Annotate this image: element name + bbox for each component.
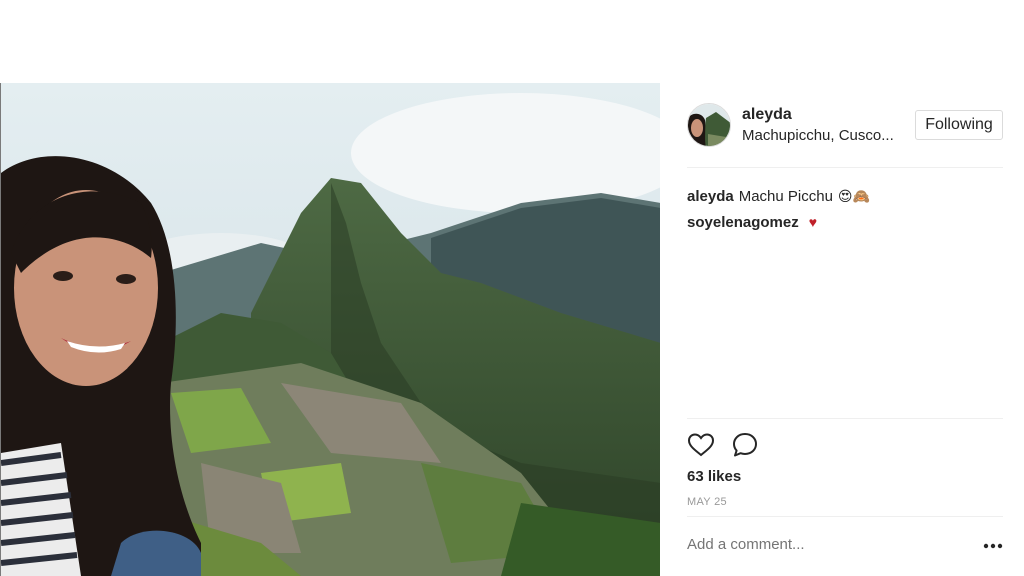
header-divider bbox=[687, 167, 1003, 168]
avatar[interactable] bbox=[687, 103, 731, 147]
following-button[interactable]: Following bbox=[915, 110, 1003, 140]
caption-row: aleyda Machu Picchu 😍🙈 bbox=[687, 183, 1003, 209]
post-photo[interactable] bbox=[0, 83, 660, 576]
post-actions bbox=[687, 431, 767, 459]
comment-username[interactable]: soyelenagomez bbox=[687, 214, 799, 231]
caption-text: Machu Picchu bbox=[738, 187, 833, 205]
ellipsis-icon[interactable] bbox=[982, 539, 1004, 553]
post-location[interactable]: Machupicchu, Cusco... bbox=[742, 127, 902, 144]
red-heart-icon: ♥ bbox=[808, 214, 818, 230]
comments-section: aleyda Machu Picchu 😍🙈 soyelenagomez ♥ bbox=[687, 183, 1003, 235]
caption-emojis: 😍🙈 bbox=[837, 187, 870, 204]
post-side-panel: aleyda Machupicchu, Cusco... Following a… bbox=[660, 83, 1024, 576]
comment-row: soyelenagomez ♥ bbox=[687, 209, 1003, 235]
post-date[interactable]: MAY 25 bbox=[687, 496, 727, 508]
post-username[interactable]: aleyda bbox=[742, 106, 792, 124]
speech-bubble-icon[interactable] bbox=[731, 431, 759, 459]
comment-divider bbox=[687, 516, 1003, 517]
likes-count[interactable]: 63 likes bbox=[687, 468, 741, 485]
actions-divider bbox=[687, 418, 1003, 419]
post-header: aleyda Machupicchu, Cusco... Following bbox=[687, 103, 1003, 167]
caption-username[interactable]: aleyda bbox=[687, 188, 734, 205]
heart-outline-icon[interactable] bbox=[687, 431, 715, 459]
add-comment-input[interactable] bbox=[687, 536, 927, 553]
